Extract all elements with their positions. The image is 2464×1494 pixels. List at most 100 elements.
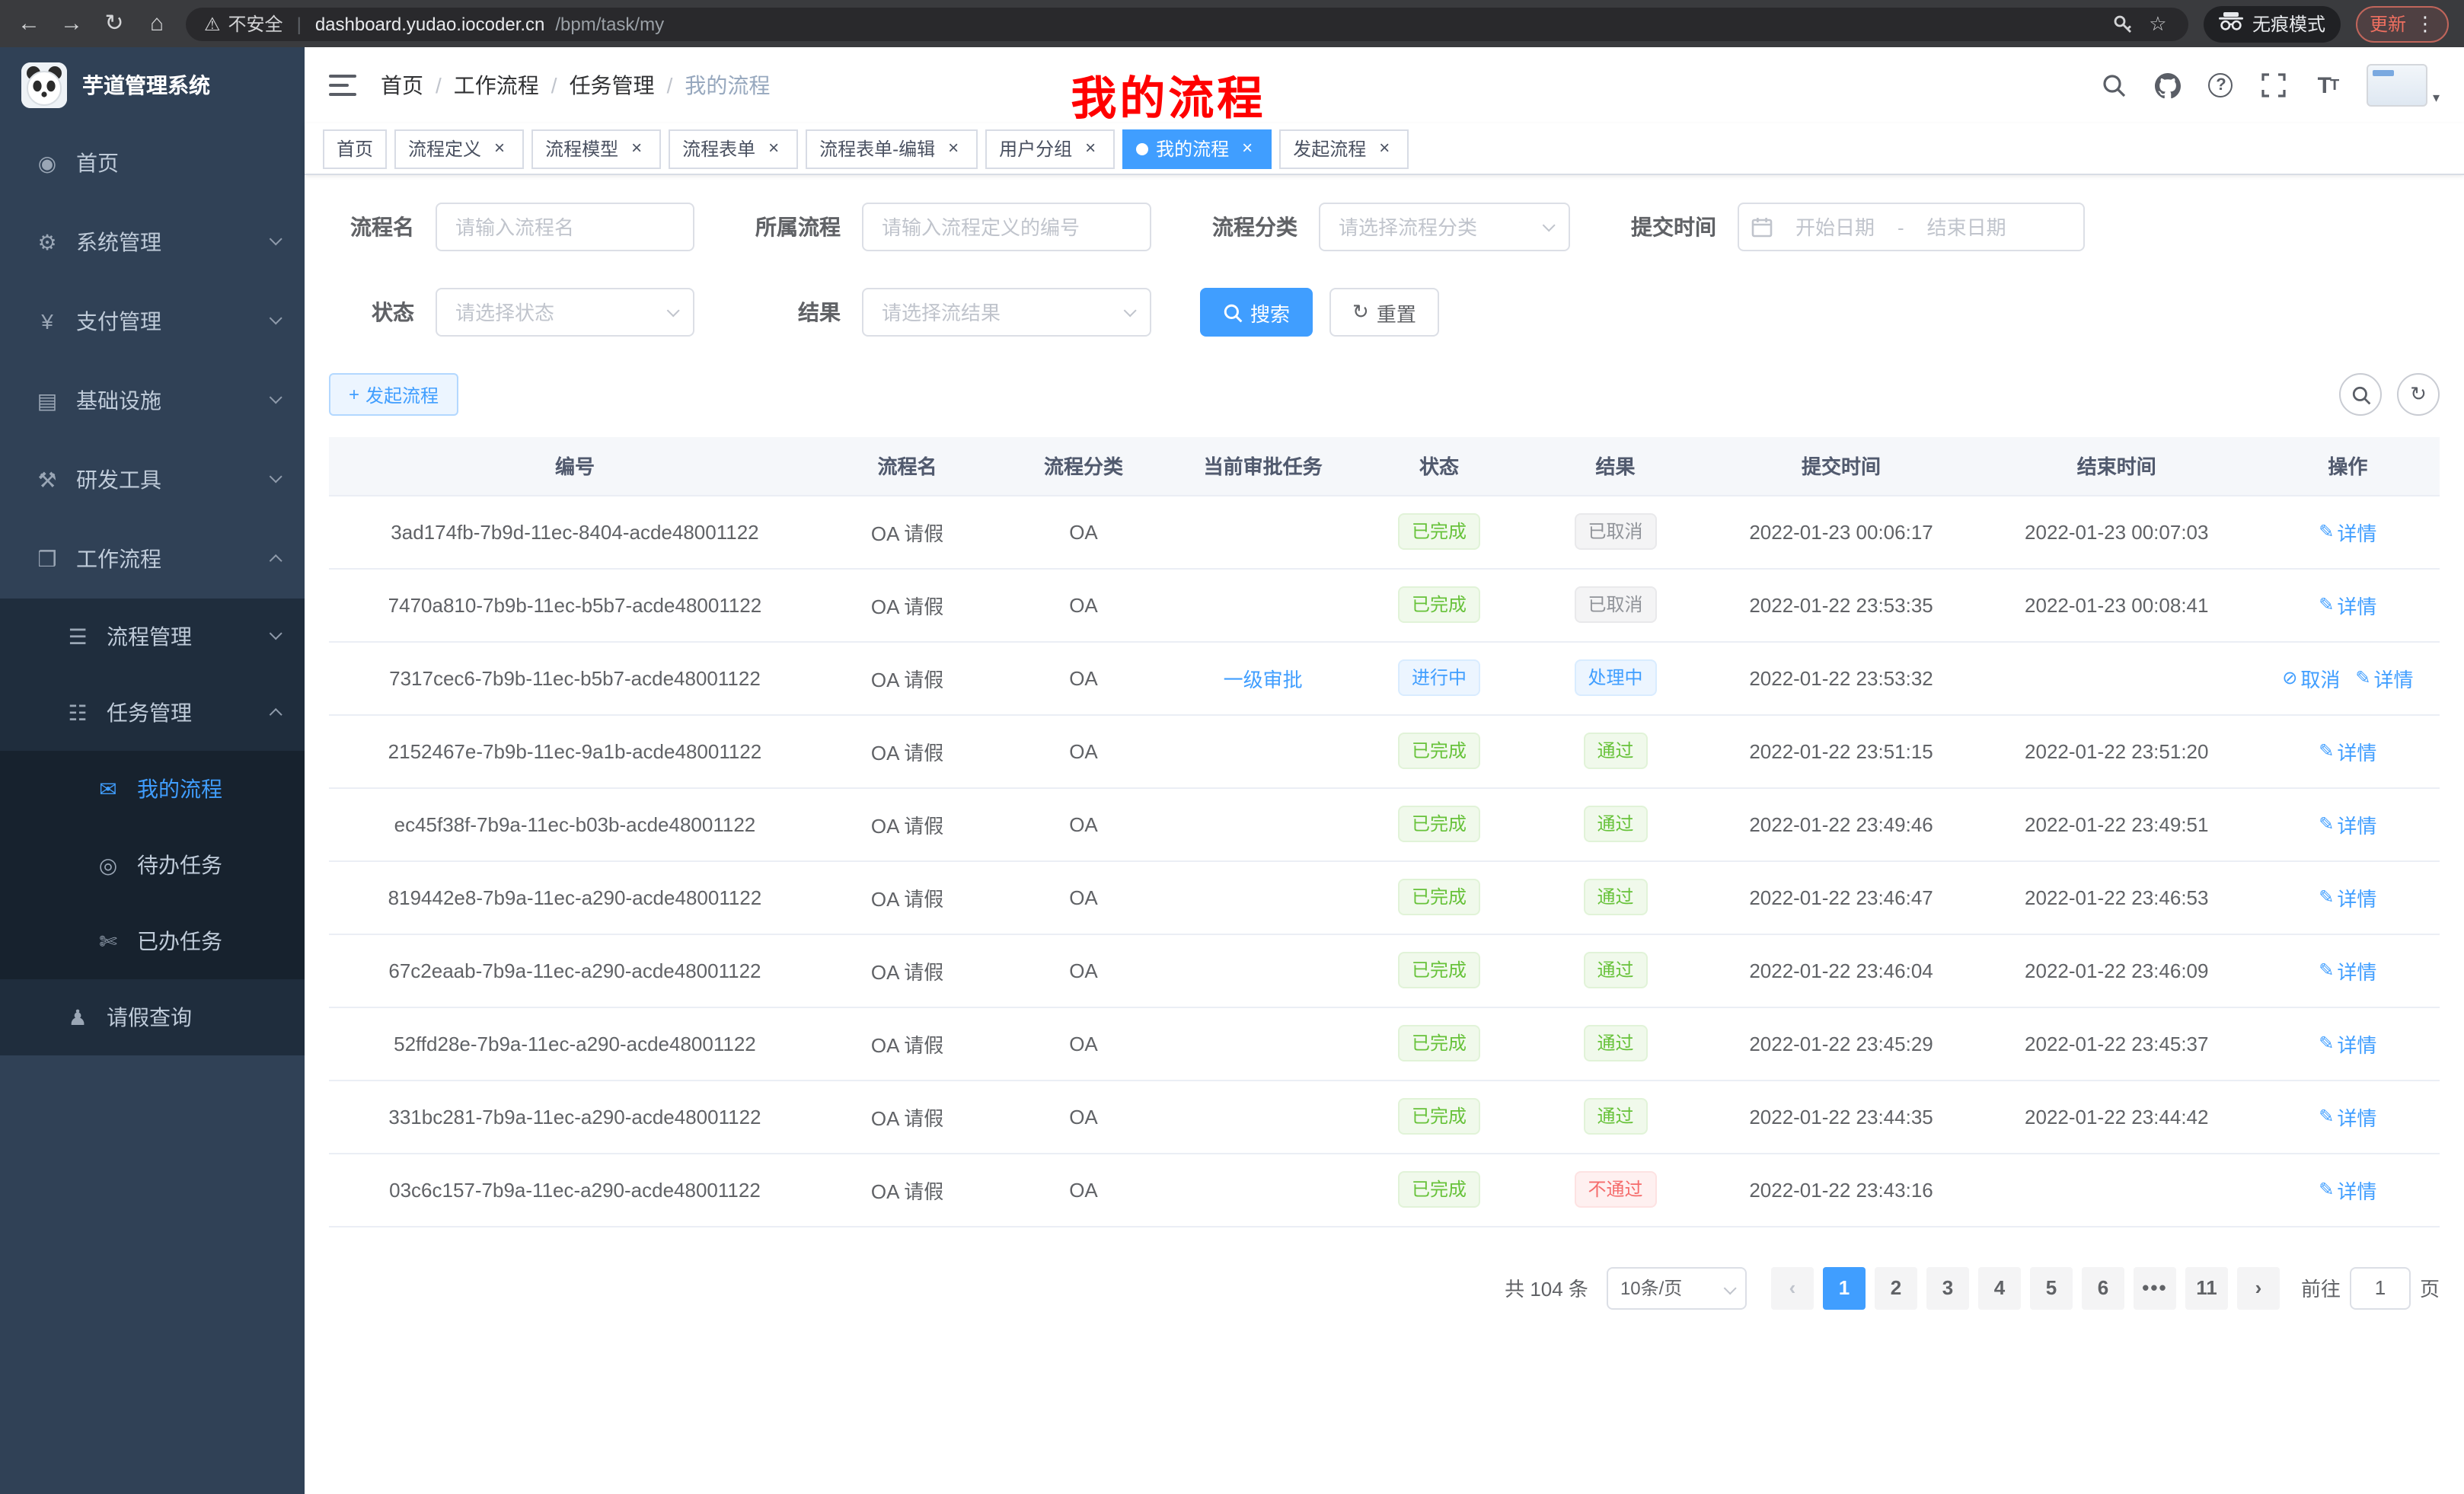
- page-button-2[interactable]: 2: [1875, 1266, 1917, 1309]
- detail-link[interactable]: ✎详情: [2355, 663, 2413, 692]
- detail-link[interactable]: ✎详情: [2319, 883, 2376, 911]
- sidebar-item-task-mgmt[interactable]: ☷任务管理: [0, 675, 305, 751]
- pagination-more[interactable]: •••: [2134, 1266, 2176, 1309]
- status-select[interactable]: [436, 288, 694, 337]
- sidebar-item-home[interactable]: ◉首页: [0, 123, 305, 203]
- sidebar-item-my-process[interactable]: ✉我的流程: [0, 751, 305, 827]
- process-name-input[interactable]: [436, 203, 694, 251]
- sidebar-item-done-tasks[interactable]: ✄已办任务: [0, 903, 305, 979]
- search-button[interactable]: 搜索: [1200, 288, 1313, 337]
- current-task-link[interactable]: 一级审批: [1224, 668, 1303, 691]
- page-size-input[interactable]: [1607, 1266, 1747, 1309]
- tab-流程模型[interactable]: 流程模型×: [531, 129, 661, 168]
- detail-link[interactable]: ✎详情: [2319, 956, 2376, 985]
- refresh-table-button[interactable]: ↻: [2397, 373, 2440, 416]
- sidebar-item-dev-tools[interactable]: ⚒研发工具: [0, 440, 305, 519]
- page-button-1[interactable]: 1: [1823, 1266, 1866, 1309]
- status-select-input[interactable]: [436, 288, 694, 337]
- close-icon[interactable]: ×: [763, 138, 784, 159]
- sidebar-item-process-mgmt[interactable]: ☰流程管理: [0, 599, 305, 675]
- status-tag: 已取消: [1574, 586, 1656, 623]
- cell-result: 通过: [1526, 934, 1706, 1007]
- tab-流程定义[interactable]: 流程定义×: [394, 129, 524, 168]
- fullscreen-icon[interactable]: [2261, 72, 2288, 99]
- create-process-button[interactable]: + 发起流程: [329, 373, 458, 416]
- tab-发起流程[interactable]: 发起流程×: [1279, 129, 1409, 168]
- hamburger-icon[interactable]: [329, 75, 356, 96]
- detail-link[interactable]: ✎详情: [2319, 1175, 2376, 1204]
- close-icon[interactable]: ×: [1374, 138, 1395, 159]
- logo[interactable]: 芋道管理系统: [0, 47, 305, 123]
- detail-link[interactable]: ✎详情: [2319, 736, 2376, 765]
- help-icon[interactable]: ?: [2207, 72, 2235, 99]
- breadcrumb-item[interactable]: 首页: [381, 70, 423, 101]
- search-icon[interactable]: [2101, 72, 2128, 99]
- refresh-icon[interactable]: ↻: [101, 12, 128, 35]
- sidebar-item-payment[interactable]: ¥支付管理: [0, 282, 305, 361]
- home-icon[interactable]: ⌂: [143, 12, 171, 35]
- sidebar-item-leave-query[interactable]: ♟请假查询: [0, 979, 305, 1055]
- password-key-icon[interactable]: [2111, 11, 2135, 36]
- url-bar[interactable]: ⚠ 不安全 | dashboard.yudao.iocoder.cn/bpm/t…: [186, 7, 2188, 40]
- tab-用户分组[interactable]: 用户分组×: [985, 129, 1115, 168]
- reset-button[interactable]: ↻ 重置: [1329, 288, 1439, 337]
- security-warning[interactable]: ⚠ 不安全: [204, 11, 283, 37]
- cell-end-time: 2022-01-22 23:51:20: [1977, 714, 2256, 787]
- sidebar-item-workflow[interactable]: ❒工作流程: [0, 519, 305, 599]
- result-select-input[interactable]: [862, 288, 1151, 337]
- page-button-3[interactable]: 3: [1926, 1266, 1969, 1309]
- breadcrumb-item[interactable]: 任务管理: [570, 70, 655, 101]
- font-size-icon[interactable]: TT: [2314, 72, 2341, 99]
- submit-time-range-picker[interactable]: -: [1738, 203, 2085, 251]
- tag-view-bar: 首页流程定义×流程模型×流程表单×流程表单-编辑×用户分组×我的流程×发起流程×: [305, 123, 2464, 175]
- category-select[interactable]: [1319, 203, 1570, 251]
- sidebar-item-system[interactable]: ⚙系统管理: [0, 203, 305, 282]
- page-size-select[interactable]: [1607, 1266, 1747, 1309]
- detail-link[interactable]: ✎详情: [2319, 590, 2376, 619]
- back-icon[interactable]: ←: [15, 12, 43, 35]
- table-row: 3ad174fb-7b9d-11ec-8404-acde48001122OA 请…: [329, 495, 2440, 568]
- cell-category: OA: [994, 714, 1173, 787]
- detail-link[interactable]: ✎详情: [2319, 1029, 2376, 1058]
- detail-link[interactable]: ✎详情: [2319, 809, 2376, 838]
- close-icon[interactable]: ×: [1080, 138, 1101, 159]
- close-icon[interactable]: ×: [626, 138, 647, 159]
- tab-首页[interactable]: 首页: [323, 129, 387, 168]
- category-select-input[interactable]: [1319, 203, 1570, 251]
- page-button-4[interactable]: 4: [1978, 1266, 2021, 1309]
- end-date-input[interactable]: [1910, 214, 2023, 240]
- close-icon[interactable]: ×: [943, 138, 964, 159]
- cell-end-time: 2022-01-22 23:46:09: [1977, 934, 2256, 1007]
- tab-我的流程[interactable]: 我的流程×: [1122, 129, 1272, 168]
- sidebar-item-infrastructure[interactable]: ▤基础设施: [0, 361, 305, 440]
- menu-dots-icon[interactable]: ⋮: [2415, 11, 2435, 36]
- detail-link[interactable]: ✎详情: [2319, 1102, 2376, 1131]
- detail-link[interactable]: ✎详情: [2319, 517, 2376, 546]
- cell-task: [1173, 495, 1353, 568]
- tab-流程表单-编辑[interactable]: 流程表单-编辑×: [806, 129, 978, 168]
- toggle-search-button[interactable]: [2339, 373, 2382, 416]
- page-button-6[interactable]: 6: [2082, 1266, 2124, 1309]
- cell-status: 已完成: [1352, 714, 1525, 787]
- result-select[interactable]: [862, 288, 1151, 337]
- sidebar-item-todo-tasks[interactable]: ◎待办任务: [0, 827, 305, 903]
- start-date-input[interactable]: [1779, 214, 1891, 240]
- process-def-input[interactable]: [862, 203, 1151, 251]
- url-path: /bpm/task/my: [555, 13, 664, 34]
- forward-icon[interactable]: →: [58, 12, 85, 35]
- edit-icon: ✎: [2319, 813, 2334, 835]
- page-button-5[interactable]: 5: [2030, 1266, 2073, 1309]
- user-avatar[interactable]: ▾: [2367, 64, 2440, 107]
- github-icon[interactable]: [2154, 72, 2182, 99]
- breadcrumb-item[interactable]: 工作流程: [454, 70, 539, 101]
- next-page-button[interactable]: ›: [2237, 1266, 2280, 1309]
- cancel-link[interactable]: ⊘取消: [2282, 663, 2340, 692]
- close-icon[interactable]: ×: [1237, 138, 1258, 159]
- tab-流程表单[interactable]: 流程表单×: [669, 129, 798, 168]
- goto-page-input[interactable]: [2350, 1266, 2411, 1309]
- prev-page-button[interactable]: ‹: [1771, 1266, 1814, 1309]
- update-button[interactable]: 更新 ⋮: [2356, 5, 2449, 42]
- close-icon[interactable]: ×: [489, 138, 510, 159]
- bookmark-star-icon[interactable]: ☆: [2146, 11, 2170, 36]
- page-button-11[interactable]: 11: [2185, 1266, 2228, 1309]
